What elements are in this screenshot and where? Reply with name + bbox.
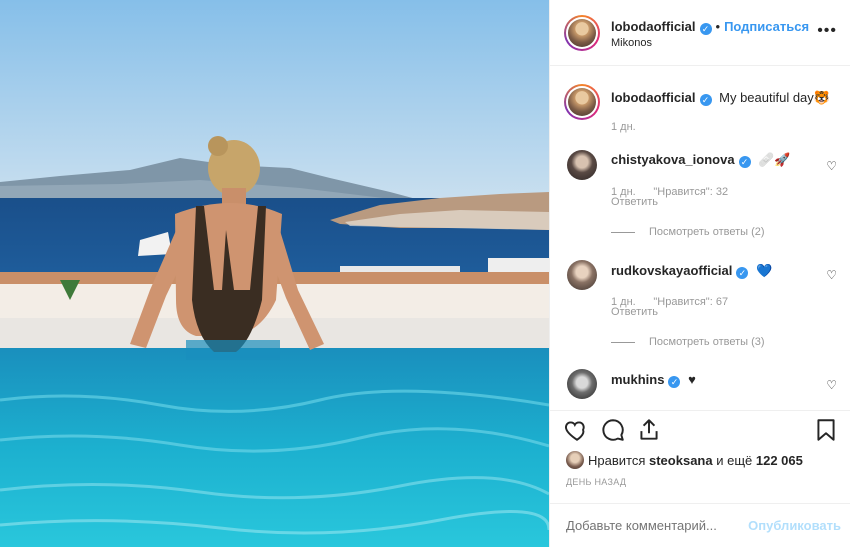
likes-count[interactable]: 122 065 <box>756 453 803 468</box>
comment-icon[interactable] <box>600 417 626 443</box>
caption-time: 1 дн. <box>611 121 636 133</box>
post-sidebar: lobodaofficial ✓ • Подписаться Mikonos ••• … <box>549 0 850 547</box>
comment-like-heart-icon[interactable]: ♡ <box>826 159 837 173</box>
comment-input[interactable] <box>566 518 746 533</box>
post-comment-button[interactable]: Опубликовать <box>748 518 841 533</box>
post-actions: Нравится steoksana и ещё 122 065 ДЕНЬ НА… <box>550 410 850 547</box>
author-avatar[interactable] <box>564 15 600 51</box>
verified-badge-icon: ✓ <box>668 376 681 388</box>
comments-list[interactable]: lobodaofficial ✓ My beautiful day🐯 1 дн. … <box>550 66 850 410</box>
verified-badge-icon: ✓ <box>738 156 751 168</box>
caption-username[interactable]: lobodaofficial <box>611 90 696 105</box>
liker-avatar <box>566 451 584 469</box>
bookmark-icon[interactable] <box>813 417 839 443</box>
commenter-avatar[interactable] <box>567 260 597 290</box>
comment-username[interactable]: mukhins <box>611 372 664 387</box>
likes-middle: и ещё <box>716 453 753 468</box>
post-photo[interactable] <box>0 0 549 547</box>
separator-dot: • <box>715 19 721 34</box>
comment-likes[interactable]: "Нравится": 32 <box>653 186 728 198</box>
liker-username[interactable]: steoksana <box>649 453 713 468</box>
post-header: lobodaofficial ✓ • Подписаться Mikonos ••• <box>550 0 850 66</box>
comment-like-heart-icon[interactable]: ♡ <box>826 378 837 392</box>
verified-badge-icon: ✓ <box>736 267 749 279</box>
verified-badge-icon: ✓ <box>699 94 712 106</box>
commenter-avatar[interactable] <box>567 150 597 180</box>
view-replies-label: Посмотреть ответы (2) <box>649 226 765 238</box>
likes-summary[interactable]: Нравится steoksana и ещё 122 065 <box>566 451 803 469</box>
verified-badge-icon: ✓ <box>699 23 712 35</box>
comment-text: 🩹🚀 <box>758 152 791 167</box>
comment-item: rudkovskayaofficial ✓ 💙 <box>611 263 850 279</box>
comment-like-heart-icon[interactable]: ♡ <box>826 268 837 282</box>
follow-button[interactable]: Подписаться <box>724 19 809 34</box>
comment-username[interactable]: chistyakova_ionova <box>611 152 735 167</box>
posted-time: ДЕНЬ НАЗАД <box>566 477 627 487</box>
reply-button[interactable]: Ответить <box>611 196 658 208</box>
heart-icon[interactable] <box>564 417 590 443</box>
view-replies-label: Посмотреть ответы (3) <box>649 336 765 348</box>
likes-prefix: Нравится <box>588 453 646 468</box>
location-link[interactable]: Mikonos <box>611 37 652 49</box>
caption-text: My beautiful day <box>719 90 814 105</box>
comment-text: ♥ <box>688 372 696 387</box>
comment-username[interactable]: rudkovskayaofficial <box>611 263 732 278</box>
author-username[interactable]: lobodaofficial <box>611 19 696 34</box>
comment-text: 💙 <box>756 263 773 278</box>
comment-item: mukhins ✓ ♥ <box>611 372 850 388</box>
reply-button[interactable]: Ответить <box>611 306 658 318</box>
tiger-emoji: 🐯 <box>813 90 830 105</box>
view-replies-button[interactable]: Посмотреть ответы (2) <box>611 226 765 238</box>
share-icon[interactable] <box>636 417 662 443</box>
post-image <box>0 0 549 547</box>
commenter-avatar[interactable] <box>567 369 597 399</box>
caption: lobodaofficial ✓ My beautiful day🐯 <box>611 90 850 106</box>
more-options-icon[interactable]: ••• <box>817 22 837 40</box>
comment-likes[interactable]: "Нравится": 67 <box>653 296 728 308</box>
add-comment-bar: Опубликовать <box>550 503 850 547</box>
view-replies-button[interactable]: Посмотреть ответы (3) <box>611 336 765 348</box>
caption-avatar[interactable] <box>564 84 600 120</box>
comment-item: chistyakova_ionova ✓ 🩹🚀 <box>611 152 850 168</box>
author-line: lobodaofficial ✓ • Подписаться <box>611 19 809 35</box>
